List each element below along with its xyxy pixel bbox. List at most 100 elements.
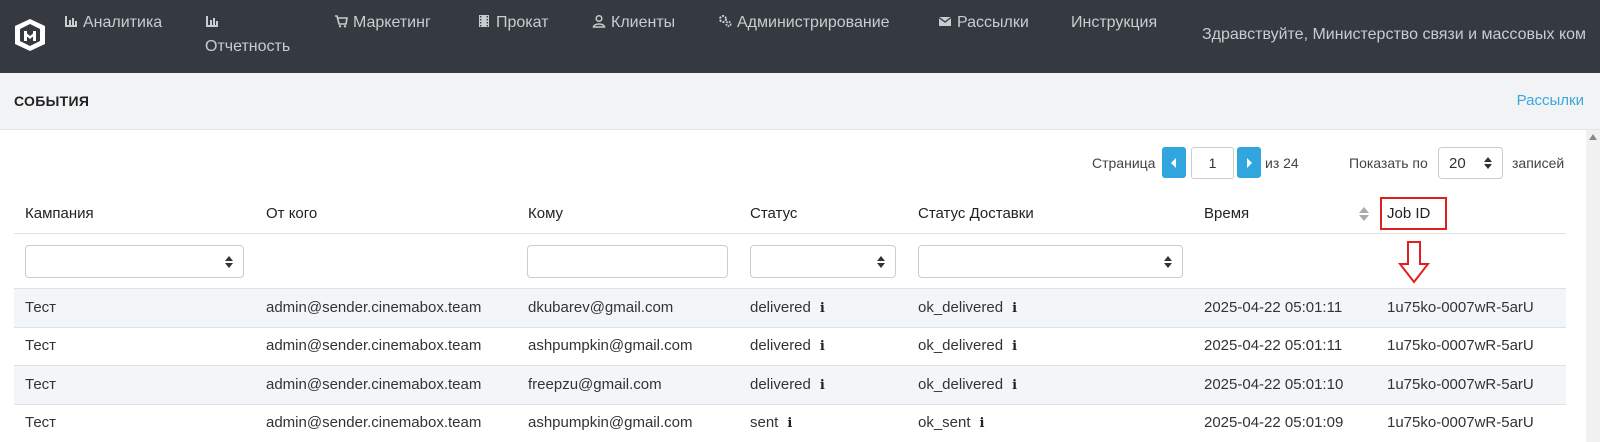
column-header-to[interactable]: Кому bbox=[528, 205, 563, 222]
nav-item-label: Инструкция bbox=[1071, 14, 1158, 31]
breadcrumb-mailings-link[interactable]: Рассылки bbox=[1517, 92, 1584, 109]
cell-from: admin@sender.cinemabox.team bbox=[266, 376, 482, 393]
cell-campaign: Тест bbox=[25, 299, 57, 316]
recipient-filter-input[interactable] bbox=[527, 245, 728, 278]
cell-from: admin@sender.cinemabox.team bbox=[266, 299, 482, 316]
scroll-up-icon[interactable] bbox=[1589, 134, 1597, 140]
table-row[interactable]: Тест admin@sender.cinemabox.team ashpump… bbox=[14, 404, 1566, 442]
bar-chart-icon bbox=[206, 16, 218, 27]
info-icon[interactable]: i bbox=[1012, 378, 1017, 393]
cell-campaign: Тест bbox=[25, 414, 57, 431]
table-row[interactable]: Тест admin@sender.cinemabox.team ashpump… bbox=[14, 327, 1566, 365]
column-header-campaign[interactable]: Кампания bbox=[25, 205, 94, 222]
page-number-input[interactable]: 1 bbox=[1191, 147, 1234, 179]
vertical-scrollbar[interactable] bbox=[1586, 130, 1600, 442]
cell-delivery-status: ok_delivered bbox=[918, 337, 1004, 354]
delivery-status-filter-select[interactable] bbox=[918, 245, 1183, 278]
column-header-from[interactable]: От кого bbox=[266, 205, 317, 222]
arrow-down-icon bbox=[1398, 241, 1430, 284]
caret-left-icon bbox=[1171, 158, 1176, 168]
cell-to: dkubarev@gmail.com bbox=[528, 299, 674, 316]
nav-item-label: Маркетинг bbox=[353, 14, 431, 31]
cell-status: sent bbox=[750, 414, 779, 431]
info-icon[interactable]: i bbox=[820, 378, 825, 393]
nav-item-rental[interactable]: Прокат bbox=[477, 14, 549, 32]
sort-arrows-icon bbox=[1164, 255, 1172, 268]
user-icon bbox=[592, 14, 606, 28]
sort-arrows-icon bbox=[1484, 157, 1492, 169]
highlight-rectangle bbox=[1380, 197, 1447, 230]
cell-job-id: 1u75ko-0007wR-5arU bbox=[1387, 414, 1534, 431]
cell-time: 2025-04-22 05:01:10 bbox=[1204, 376, 1344, 393]
cell-to: ashpumpkin@gmail.com bbox=[528, 337, 693, 354]
cell-status: delivered bbox=[750, 376, 811, 393]
cell-job-id: 1u75ko-0007wR-5arU bbox=[1387, 376, 1534, 393]
cell-from: admin@sender.cinemabox.team bbox=[266, 337, 482, 354]
page-label: Страница bbox=[1092, 155, 1156, 171]
nav-item-marketing[interactable]: Маркетинг bbox=[334, 14, 431, 32]
top-navbar: Аналитика Отчетность Маркетинг Прокат Кл… bbox=[0, 0, 1600, 73]
info-icon[interactable]: i bbox=[820, 339, 825, 354]
gears-icon bbox=[719, 15, 732, 28]
cell-campaign: Тест bbox=[25, 337, 57, 354]
cell-time: 2025-04-22 05:01:11 bbox=[1204, 299, 1343, 316]
caret-right-icon bbox=[1247, 158, 1252, 168]
info-icon[interactable]: i bbox=[1012, 339, 1017, 354]
logo-icon[interactable] bbox=[14, 18, 46, 52]
column-header-delivery-status[interactable]: Статус Доставки bbox=[918, 205, 1034, 222]
column-header-status[interactable]: Статус bbox=[750, 205, 797, 222]
sort-icon[interactable] bbox=[1359, 206, 1369, 222]
campaign-filter-select[interactable] bbox=[25, 245, 244, 278]
sort-arrows-icon bbox=[225, 255, 233, 268]
info-icon[interactable]: i bbox=[787, 416, 792, 431]
per-page-select[interactable]: 20 bbox=[1438, 147, 1503, 179]
records-label: записей bbox=[1512, 155, 1565, 171]
cell-from: admin@sender.cinemabox.team bbox=[266, 414, 482, 431]
nav-item-label: Рассылки bbox=[957, 14, 1029, 31]
film-icon bbox=[479, 15, 489, 27]
nav-item-instructions[interactable]: Инструкция bbox=[1071, 14, 1157, 32]
cell-delivery-status: ok_delivered bbox=[918, 376, 1004, 393]
envelope-icon bbox=[938, 16, 952, 26]
nav-item-label: Отчетность bbox=[205, 38, 291, 55]
nav-item-label: Прокат bbox=[496, 14, 549, 31]
per-page-label: Показать по bbox=[1349, 155, 1428, 171]
cell-delivery-status: ok_delivered bbox=[918, 299, 1004, 316]
cell-to: ashpumpkin@gmail.com bbox=[528, 414, 693, 431]
nav-item-analytics[interactable]: Аналитика bbox=[64, 14, 162, 32]
info-icon[interactable]: i bbox=[1012, 301, 1017, 316]
nav-item-clients[interactable]: Клиенты bbox=[592, 14, 675, 32]
user-greeting[interactable]: Здравствуйте, Министерство связи и массо… bbox=[1202, 26, 1586, 44]
cart-icon bbox=[335, 15, 348, 28]
nav-item-label: Администрирование bbox=[737, 14, 890, 31]
nav-item-admin[interactable]: Администрирование bbox=[718, 14, 890, 32]
page-count-label: из 24 bbox=[1265, 155, 1299, 171]
sort-arrows-icon bbox=[877, 255, 885, 268]
per-page-value: 20 bbox=[1449, 155, 1466, 172]
cell-time: 2025-04-22 05:01:11 bbox=[1204, 337, 1343, 354]
nav-item-label: Клиенты bbox=[611, 14, 676, 31]
cell-delivery-status: ok_sent bbox=[918, 414, 971, 431]
status-filter-select[interactable] bbox=[750, 245, 896, 278]
info-icon[interactable]: i bbox=[820, 301, 825, 316]
nav-item-mailings[interactable]: Рассылки bbox=[938, 14, 1029, 32]
header-divider bbox=[14, 233, 1566, 234]
cell-job-id: 1u75ko-0007wR-5arU bbox=[1387, 299, 1534, 316]
cell-campaign: Тест bbox=[25, 376, 57, 393]
page-title: СОБЫТИЯ bbox=[14, 93, 90, 109]
next-page-button[interactable] bbox=[1237, 147, 1261, 178]
cell-time: 2025-04-22 05:01:09 bbox=[1204, 414, 1344, 431]
prev-page-button[interactable] bbox=[1162, 147, 1186, 178]
cell-status: delivered bbox=[750, 299, 811, 316]
nav-item-reports[interactable]: Отчетность bbox=[205, 14, 290, 56]
cell-job-id: 1u75ko-0007wR-5arU bbox=[1387, 337, 1534, 354]
column-header-time[interactable]: Время bbox=[1204, 205, 1249, 222]
cell-to: freepzu@gmail.com bbox=[528, 376, 662, 393]
bar-chart-icon bbox=[65, 16, 77, 27]
cell-status: delivered bbox=[750, 337, 811, 354]
info-icon[interactable]: i bbox=[980, 416, 985, 431]
table-row[interactable]: Тест admin@sender.cinemabox.team dkubare… bbox=[14, 289, 1566, 327]
table-row[interactable]: Тест admin@sender.cinemabox.team freepzu… bbox=[14, 366, 1566, 404]
page-header: СОБЫТИЯ Рассылки bbox=[0, 73, 1600, 130]
nav-item-label: Аналитика bbox=[83, 14, 163, 31]
